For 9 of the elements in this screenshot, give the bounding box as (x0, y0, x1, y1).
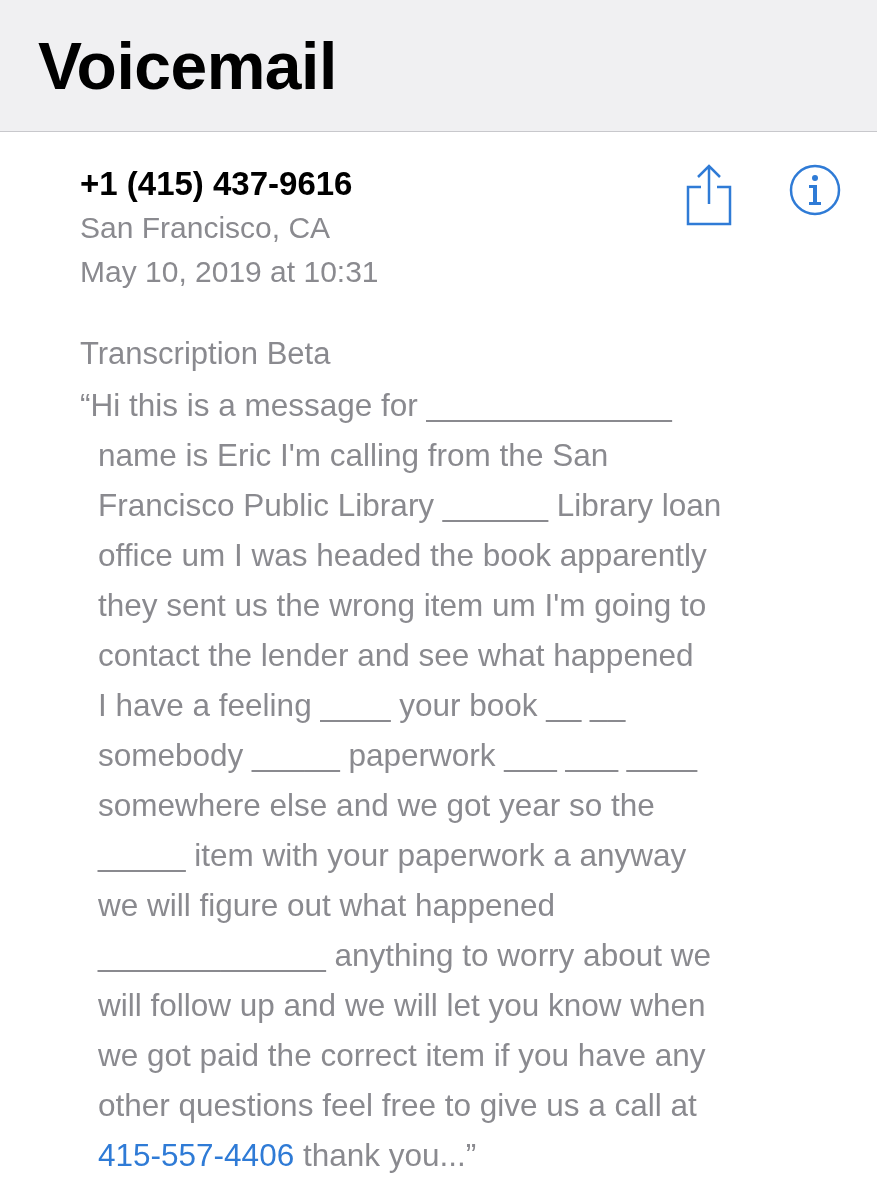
transcription-text: “Hi this is a message for ______________ name is Eric I'm calling from the San Francisco Public Library ______ Library loan office um I was headed the book apparently they sent us the wrong item um I'm going to contact the lender and see what happened I have a feeling ____ your book __ __ somebody _____ paperwork ___ ___ ____ somewhere else and we got year so the _____ item with your paperwork a anyway we will figure out what happened _____________ anything to worry about we will follow up and we will let you know when we got paid the correct item if you have any other questions feel free to give us a call at 415-557-4406 thank you...” (80, 386, 723, 1175)
caller-number: +1 (415) 437-9616 (80, 164, 354, 204)
caller-location: San Francisco, CA (80, 210, 332, 246)
phone-link[interactable]: 415-557-4406 (98, 1137, 295, 1173)
voicemail-date: May 10, 2019 at 10:31 (80, 254, 379, 290)
page-title: Voicemail (38, 27, 337, 104)
info-icon[interactable] (789, 164, 841, 216)
share-icon[interactable] (685, 164, 733, 226)
transcription-label: Transcription Beta (80, 335, 332, 373)
